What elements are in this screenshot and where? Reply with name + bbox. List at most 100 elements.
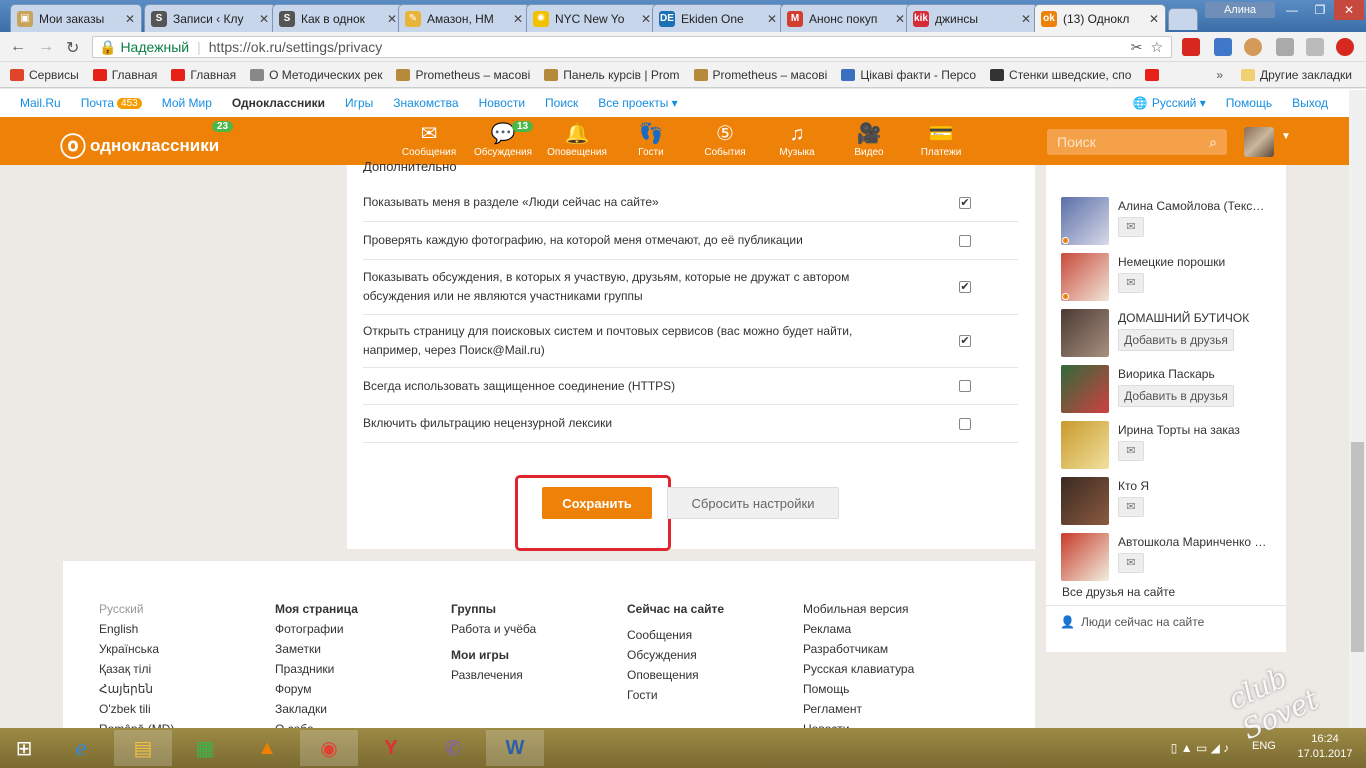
bookmark-item[interactable]: О Методических рек — [250, 68, 382, 82]
windows-start-icon[interactable]: ⊞ — [0, 730, 48, 766]
bookmark-item[interactable]: Сервисы — [10, 68, 79, 82]
explorer-icon[interactable]: ▤ — [114, 730, 172, 766]
forward-icon[interactable]: → — [38, 38, 54, 56]
language-link[interactable]: 🌐 Русский ▾ — [1133, 96, 1206, 110]
footer-link[interactable]: Закладки — [275, 699, 358, 719]
bookmark-star-icon[interactable]: ☆ — [1150, 39, 1163, 56]
nav-footprints[interactable]: 👣 Гости — [620, 121, 682, 158]
adblock-ext-icon[interactable] — [1336, 38, 1354, 56]
footer-link[interactable]: Заметки — [275, 639, 358, 659]
nav-wallet[interactable]: 💳 Платежи — [910, 121, 972, 158]
footer-link[interactable]: Обсуждения — [627, 645, 724, 665]
friend-item[interactable]: Кто Я ✉ — [1061, 477, 1281, 525]
footer-link[interactable]: Праздники — [275, 659, 358, 679]
youtube-icon[interactable] — [1145, 68, 1160, 81]
friend-avatar[interactable] — [1061, 533, 1109, 581]
footer-link[interactable]: Форум — [275, 679, 358, 699]
store-icon[interactable]: ▦ — [176, 730, 234, 766]
add-friend-button[interactable]: Добавить в друзья — [1118, 385, 1234, 407]
message-icon[interactable]: ✉ — [1118, 497, 1144, 517]
viber-icon[interactable]: ✆ — [424, 730, 482, 766]
browser-tab[interactable]: S Записи ‹ Клу ✕ — [144, 4, 276, 32]
close-window-icon[interactable]: ✕ — [1334, 0, 1364, 20]
friend-name[interactable]: ДОМАШНИЙ БУТИЧОК — [1118, 311, 1283, 325]
footer-link[interactable]: Гости — [627, 685, 724, 705]
footer-link[interactable]: Регламент — [803, 699, 914, 719]
opera-ext-icon[interactable] — [1182, 38, 1200, 56]
save-button[interactable]: Сохранить — [542, 487, 652, 519]
friend-avatar[interactable] — [1061, 477, 1109, 525]
bookmark-item[interactable]: Prometheus – масові — [693, 68, 827, 82]
news-link[interactable]: Новости — [479, 96, 525, 110]
tab-close-icon[interactable]: ✕ — [125, 12, 135, 26]
bookmarks-more[interactable]: » — [1216, 68, 1223, 82]
nav-video[interactable]: 🎥 Видео — [838, 121, 900, 158]
nav-bell[interactable]: 🔔 Оповещения — [546, 121, 608, 158]
footer-language-link[interactable]: Русский — [99, 599, 174, 619]
ok-search-input[interactable]: Поиск ⌕ — [1047, 129, 1227, 155]
browser-tab[interactable]: S Как в однок ✕ — [272, 4, 404, 32]
tab-close-icon[interactable]: ✕ — [895, 12, 905, 26]
friend-item[interactable]: Немецкие порошки ✉ — [1061, 253, 1281, 301]
user-ext-icon[interactable] — [1306, 38, 1324, 56]
footer-link[interactable]: Русская клавиатура — [803, 659, 914, 679]
tab-close-icon[interactable]: ✕ — [259, 12, 269, 26]
browser-tab[interactable]: kik джинсы ✕ — [906, 4, 1038, 32]
footer-link[interactable]: Разработчикам — [803, 639, 914, 659]
friend-name[interactable]: Автошкола Маринченко … — [1118, 535, 1283, 549]
friend-item[interactable]: Алина Самойлова (Текс… ✉ — [1061, 197, 1281, 245]
tab-close-icon[interactable]: ✕ — [1021, 12, 1031, 26]
reset-settings-button[interactable]: Сбросить настройки — [667, 487, 839, 519]
all-projects-link[interactable]: Все проекты ▾ — [598, 96, 677, 110]
friend-name[interactable]: Немецкие порошки — [1118, 255, 1283, 269]
footer-language-link[interactable]: Հայերեն — [99, 679, 174, 699]
friend-name[interactable]: Кто Я — [1118, 479, 1283, 493]
friend-item[interactable]: Виорика Паскарь Добавить в друзья — [1061, 365, 1281, 413]
cloud-ext-icon[interactable] — [1276, 38, 1294, 56]
friend-item[interactable]: ДОМАШНИЙ БУТИЧОК Добавить в друзья — [1061, 309, 1281, 357]
footer-language-link[interactable]: Українська — [99, 639, 174, 659]
setting-checkbox[interactable]: ✔ — [959, 196, 971, 209]
friend-name[interactable]: Алина Самойлова (Текс… — [1118, 199, 1283, 213]
bookmark-item[interactable]: Главная — [171, 68, 236, 82]
scrollbar-thumb[interactable] — [1351, 442, 1364, 652]
setting-checkbox[interactable]: ✔ — [959, 281, 971, 293]
friend-name[interactable]: Виорика Паскарь — [1118, 367, 1283, 381]
page-scrollbar[interactable] — [1349, 90, 1366, 728]
logout-link[interactable]: Выход — [1292, 96, 1328, 110]
minimize-icon[interactable]: — — [1278, 0, 1306, 20]
browser-tab[interactable]: ✺ NYC New Yo ✕ — [526, 4, 658, 32]
friend-item[interactable]: Автошкола Маринченко … ✉ — [1061, 533, 1281, 581]
help-link[interactable]: Помощь — [1226, 96, 1272, 110]
bookmark-item[interactable]: Prometheus – масові — [396, 68, 530, 82]
browser-tab[interactable]: ▣ Мои заказы ✕ — [10, 4, 142, 32]
odnoklassniki-link[interactable]: Одноклассники — [232, 96, 325, 110]
message-icon[interactable]: ✉ — [1118, 441, 1144, 461]
setting-checkbox[interactable] — [959, 417, 971, 430]
bookmark-item[interactable]: Главная — [92, 68, 157, 82]
footer-link[interactable]: Фотографии — [275, 619, 358, 639]
extension-puzzle-icon[interactable]: ✂ — [1131, 39, 1143, 56]
tab-close-icon[interactable]: ✕ — [387, 12, 397, 26]
back-icon[interactable]: ← — [10, 38, 26, 56]
chrome-icon[interactable]: ◉ — [300, 730, 358, 766]
other-bookmarks[interactable]: Другие закладки — [1241, 68, 1352, 82]
setting-checkbox[interactable]: ✔ — [959, 335, 971, 347]
avatar[interactable] — [1244, 127, 1274, 157]
browser-tab[interactable]: M Анонс покуп ✕ — [780, 4, 912, 32]
footer-link[interactable]: Реклама — [803, 619, 914, 639]
mail-link[interactable]: Почта 453 — [81, 96, 142, 110]
setting-checkbox[interactable] — [959, 380, 971, 392]
footer-language-link[interactable]: Қазақ тілі — [99, 659, 174, 679]
footer-language-link[interactable]: English — [99, 619, 174, 639]
friend-name[interactable]: Ирина Торты на заказ — [1118, 423, 1283, 437]
my-world-link[interactable]: Мой Мир — [162, 96, 212, 110]
yandex-icon[interactable]: Y — [362, 730, 420, 766]
search-link[interactable]: Поиск — [545, 96, 578, 110]
mail-ext-icon[interactable] — [1214, 38, 1232, 56]
message-icon[interactable]: ✉ — [1118, 553, 1144, 573]
friend-avatar[interactable] — [1061, 365, 1109, 413]
footer-link[interactable]: Помощь — [803, 679, 914, 699]
friend-avatar[interactable] — [1061, 421, 1109, 469]
url-input[interactable]: 🔒 Надежный | https://ok.ru/settings/priv… — [92, 36, 1172, 58]
